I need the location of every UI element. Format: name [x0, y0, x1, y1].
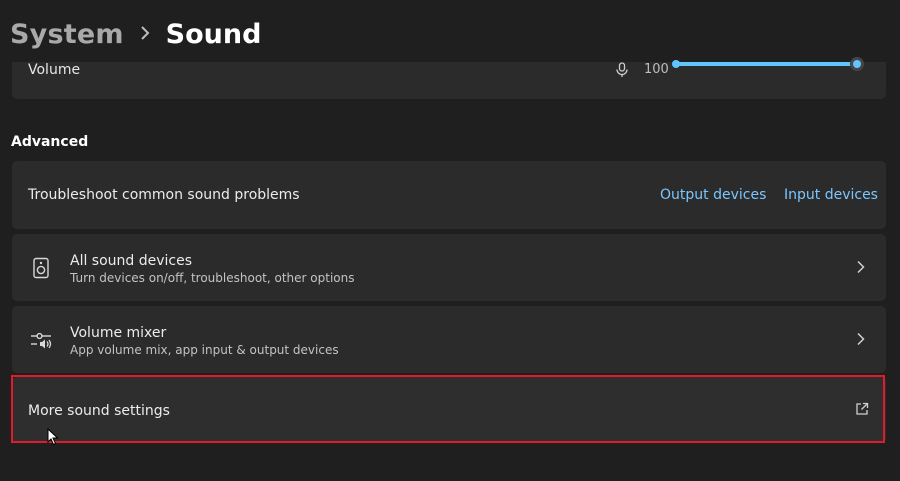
microphone-icon[interactable]	[614, 62, 630, 78]
breadcrumb: System Sound	[10, 12, 261, 56]
more-sound-settings-row[interactable]: More sound settings	[12, 377, 886, 443]
input-devices-link[interactable]: Input devices	[784, 187, 878, 203]
all-sound-devices-row[interactable]: All sound devices Turn devices on/off, t…	[12, 234, 886, 301]
page-title: Sound	[165, 18, 262, 50]
output-devices-link[interactable]: Output devices	[660, 187, 766, 203]
volume-mixer-subtitle: App volume mix, app input & output devic…	[70, 343, 339, 357]
all-sound-devices-title: All sound devices	[70, 253, 193, 269]
chevron-right-icon	[857, 332, 865, 346]
chevron-right-icon	[140, 26, 150, 40]
external-link-icon	[856, 402, 869, 415]
volume-value: 100	[644, 62, 669, 77]
breadcrumb-system[interactable]: System	[10, 19, 124, 50]
troubleshoot-title: Troubleshoot common sound problems	[28, 187, 300, 203]
volume-label: Volume	[28, 62, 81, 78]
volume-mixer-title: Volume mixer	[70, 325, 167, 341]
breadcrumb-separator	[140, 24, 150, 44]
volume-slider-thumb[interactable]	[850, 57, 864, 71]
speaker-icon	[33, 257, 49, 279]
settings-page: System Sound Volume 100 Advanced Trouble…	[0, 0, 900, 481]
volume-mixer-row[interactable]: Volume mixer App volume mix, app input &…	[12, 306, 886, 373]
volume-card: Volume 100	[12, 57, 886, 99]
mixer-icon	[31, 332, 52, 349]
all-sound-devices-subtitle: Turn devices on/off, troubleshoot, other…	[70, 271, 355, 285]
volume-slider-start	[672, 60, 680, 68]
more-sound-settings-title: More sound settings	[28, 403, 170, 419]
chevron-right-icon	[857, 260, 865, 274]
section-title-advanced: Advanced	[11, 134, 89, 150]
mouse-cursor-icon	[47, 428, 59, 446]
volume-slider[interactable]	[674, 62, 860, 66]
troubleshoot-card: Troubleshoot common sound problems Outpu…	[12, 161, 886, 229]
